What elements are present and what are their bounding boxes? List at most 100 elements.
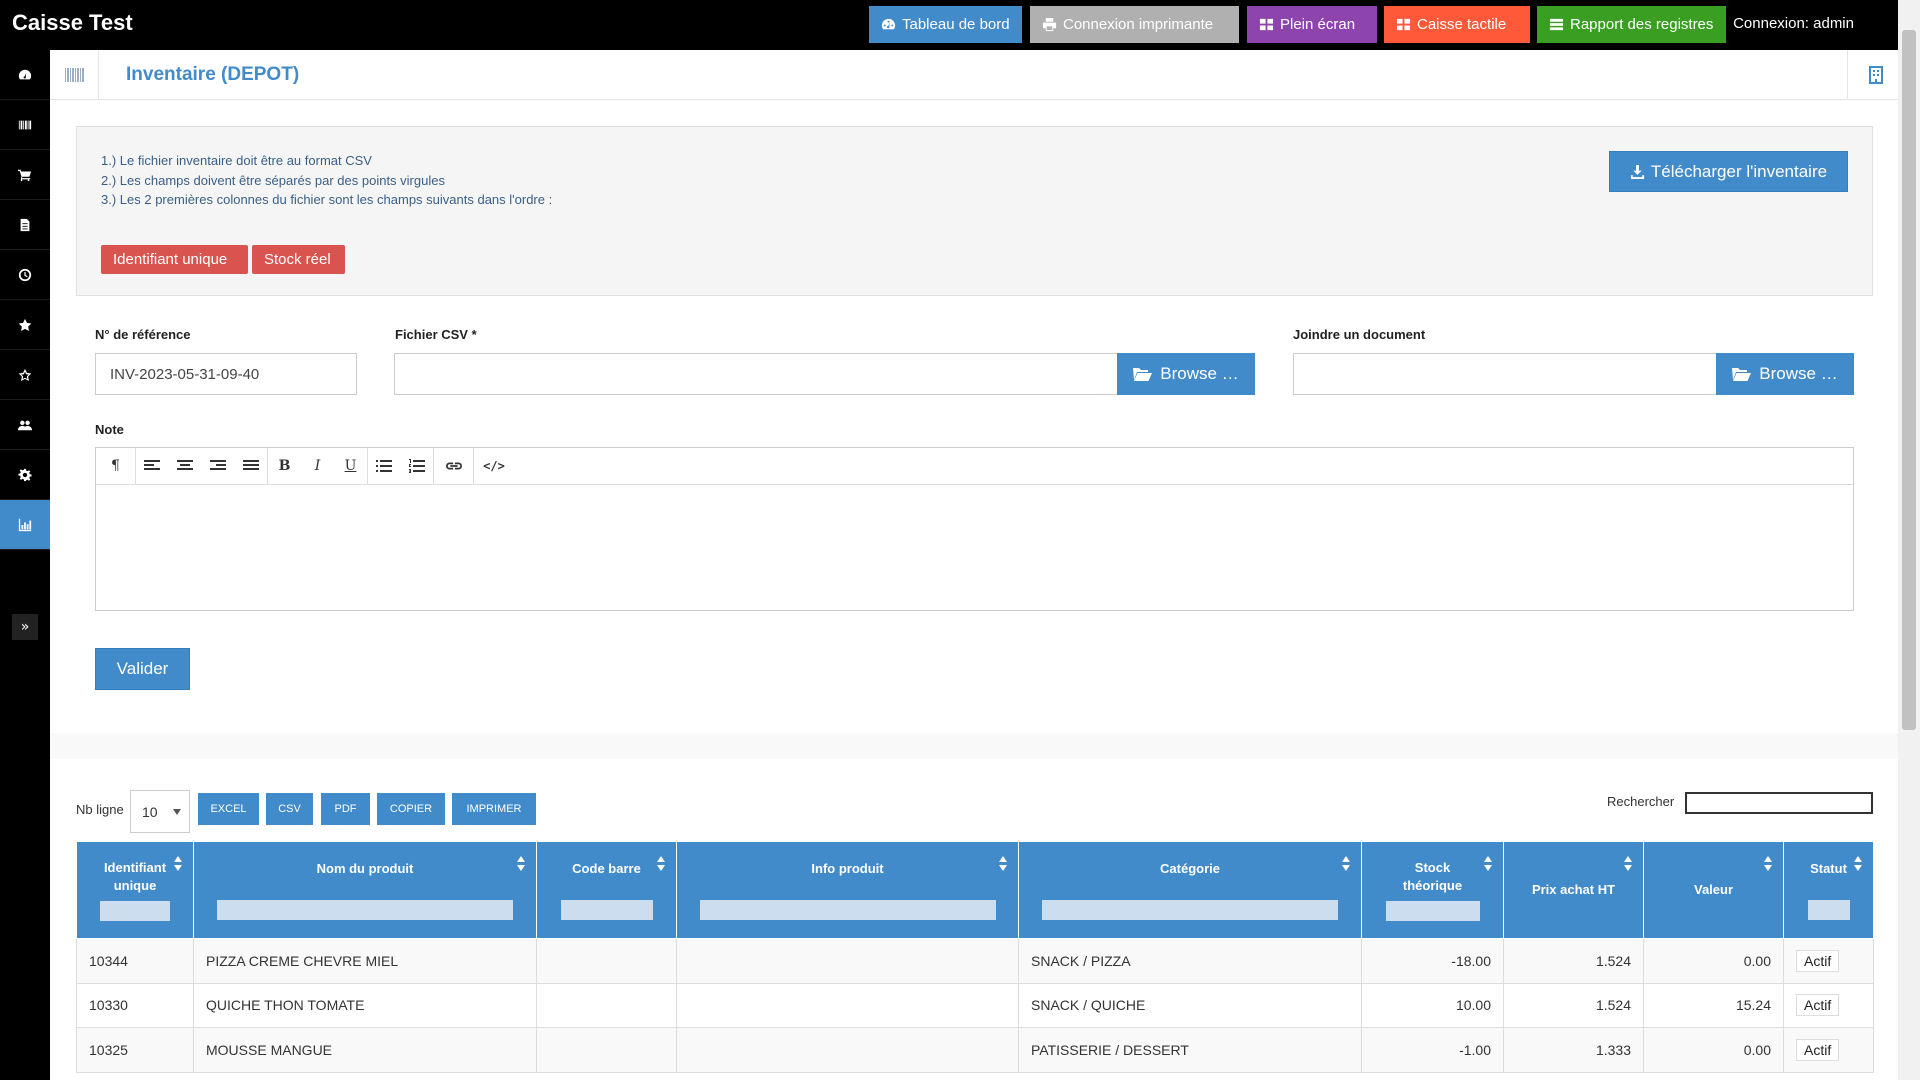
print-icon — [1042, 17, 1057, 32]
sidebar-item-featured[interactable] — [0, 350, 50, 400]
code-icon: </> — [483, 459, 505, 473]
filter-input[interactable] — [1385, 901, 1480, 921]
filter-input[interactable] — [217, 900, 513, 920]
cell-product-info — [676, 938, 1019, 984]
top-bar: Caisse Test Tableau de bord Connexion im… — [0, 0, 1920, 50]
bullet-list-button[interactable] — [368, 448, 401, 484]
grid-icon — [1259, 18, 1274, 31]
cell-value: 0.00 — [1643, 1027, 1784, 1073]
cell-category: SNACK / PIZZA — [1018, 938, 1362, 984]
column-header-category[interactable]: Catégorie — [1018, 841, 1362, 939]
download-inventory-button[interactable]: Télécharger l'inventaire — [1609, 151, 1848, 192]
sidebar-item-users[interactable] — [0, 400, 50, 450]
reference-label: N° de référence — [95, 327, 191, 342]
barcode-icon — [18, 120, 32, 129]
dashboard-button[interactable]: Tableau de bord — [869, 6, 1022, 43]
reference-input[interactable]: INV-2023-05-31-09-40 — [95, 353, 357, 395]
column-header-theoretical-stock[interactable]: Stock théorique — [1361, 841, 1504, 939]
column-header-status[interactable]: Statut — [1783, 841, 1874, 939]
rows-per-page-value: 10 — [142, 803, 158, 820]
register-report-button[interactable]: Rapport des registres — [1537, 6, 1726, 43]
italic-button[interactable]: I — [301, 448, 334, 484]
instruction-line: 3.) Les 2 premières colonnes du fichier … — [101, 192, 553, 207]
brand-title[interactable]: Caisse Test — [12, 10, 133, 36]
align-center-button[interactable] — [169, 448, 202, 484]
paragraph-style-button[interactable]: ¶ — [96, 448, 135, 484]
filter-input[interactable] — [1807, 900, 1850, 920]
table-row[interactable]: 10344 PIZZA CREME CHEVRE MIEL SNACK / PI… — [76, 938, 1874, 984]
column-header-purchase-price[interactable]: Prix achat HT — [1503, 841, 1644, 939]
document-browse-button[interactable]: Browse … — [1716, 353, 1854, 395]
align-justify-button[interactable] — [234, 448, 267, 484]
sidebar-item-history[interactable] — [0, 250, 50, 300]
cell-barcode — [536, 938, 677, 984]
sidebar-item-documents[interactable] — [0, 200, 50, 250]
toolbar-group-style: ¶ — [96, 448, 136, 484]
filter-input[interactable] — [699, 900, 996, 920]
align-left-button[interactable] — [136, 448, 169, 484]
sidebar-item-reports[interactable] — [0, 500, 50, 550]
sidebar-item-dashboard[interactable] — [0, 50, 50, 100]
star-filled-icon — [18, 318, 32, 331]
cell-barcode — [536, 1027, 677, 1073]
bold-button[interactable]: B — [268, 448, 301, 484]
sidebar-item-favorites[interactable] — [0, 300, 50, 350]
gear-icon — [18, 468, 32, 481]
fullscreen-button[interactable]: Plein écran — [1247, 6, 1377, 43]
note-textarea[interactable] — [96, 485, 1853, 610]
cell-value: 0.00 — [1643, 938, 1784, 984]
filter-input[interactable] — [1042, 900, 1338, 920]
table-row[interactable]: 10330 QUICHE THON TOMATE SNACK / QUICHE … — [76, 982, 1874, 1028]
filter-input[interactable] — [560, 900, 653, 920]
printer-connection-button[interactable]: Connexion imprimante — [1030, 6, 1239, 43]
column-header-unique-id[interactable]: Identifiant unique — [76, 841, 194, 939]
cart-icon — [18, 169, 32, 181]
page-scrollbar[interactable] — [1898, 0, 1920, 1080]
attach-document-input[interactable] — [1293, 353, 1717, 395]
csv-file-input[interactable] — [394, 353, 1118, 395]
table-header-row: Identifiant unique Nom du produit Code b… — [76, 841, 1874, 939]
scrollbar-thumb[interactable] — [1902, 30, 1916, 730]
touch-register-button[interactable]: Caisse tactile — [1384, 6, 1530, 43]
export-excel-button[interactable]: EXCEL — [198, 793, 259, 825]
csv-browse-button[interactable]: Browse … — [1117, 353, 1255, 395]
column-header-barcode[interactable]: Code barre — [536, 841, 677, 939]
cell-barcode — [536, 982, 677, 1028]
toolbar-group-align — [136, 448, 268, 484]
building-icon[interactable] — [1868, 65, 1884, 89]
align-right-button[interactable] — [202, 448, 235, 484]
numbered-list-button[interactable] — [401, 448, 434, 484]
column-header-product-info[interactable]: Info produit — [676, 841, 1019, 939]
header-separator-right — [1847, 50, 1848, 100]
copy-button[interactable]: COPIER — [377, 793, 445, 825]
sidebar-item-cart[interactable] — [0, 150, 50, 200]
status-badge[interactable]: Actif — [1796, 994, 1840, 1017]
sidebar-toggle[interactable]: » — [12, 614, 38, 640]
export-pdf-button[interactable]: PDF — [321, 793, 370, 825]
sort-icon — [1342, 856, 1350, 872]
underline-button[interactable]: U — [334, 448, 367, 484]
table-row[interactable]: 10325 MOUSSE MANGUE PATISSERIE / DESSERT… — [76, 1027, 1874, 1073]
insert-link-button[interactable] — [434, 448, 473, 484]
section-divider — [50, 733, 1898, 759]
sidebar-item-barcode[interactable] — [0, 100, 50, 150]
code-view-button[interactable]: </> — [474, 448, 514, 484]
status-badge[interactable]: Actif — [1796, 949, 1840, 972]
cell-product-name: MOUSSE MANGUE — [193, 1027, 537, 1073]
cell-product-name: PIZZA CREME CHEVRE MIEL — [193, 938, 537, 984]
filter-input[interactable] — [100, 901, 170, 921]
page-header: Inventaire (DEPOT) — [50, 50, 1898, 100]
bar-chart-icon — [18, 518, 32, 531]
print-button[interactable]: IMPRIMER — [452, 793, 536, 825]
attach-document-label: Joindre un document — [1293, 327, 1426, 342]
export-csv-button[interactable]: CSV — [266, 793, 313, 825]
login-status[interactable]: Connexion: admin — [1733, 15, 1854, 32]
column-header-product-name[interactable]: Nom du produit — [193, 841, 537, 939]
search-input[interactable] — [1685, 792, 1873, 814]
column-header-value[interactable]: Valeur — [1643, 841, 1784, 939]
rows-per-page-select[interactable]: 10 — [130, 790, 190, 833]
sidebar-item-settings[interactable] — [0, 450, 50, 500]
sort-icon — [1484, 856, 1492, 872]
status-badge[interactable]: Actif — [1796, 1038, 1840, 1061]
submit-button[interactable]: Valider — [95, 648, 190, 690]
